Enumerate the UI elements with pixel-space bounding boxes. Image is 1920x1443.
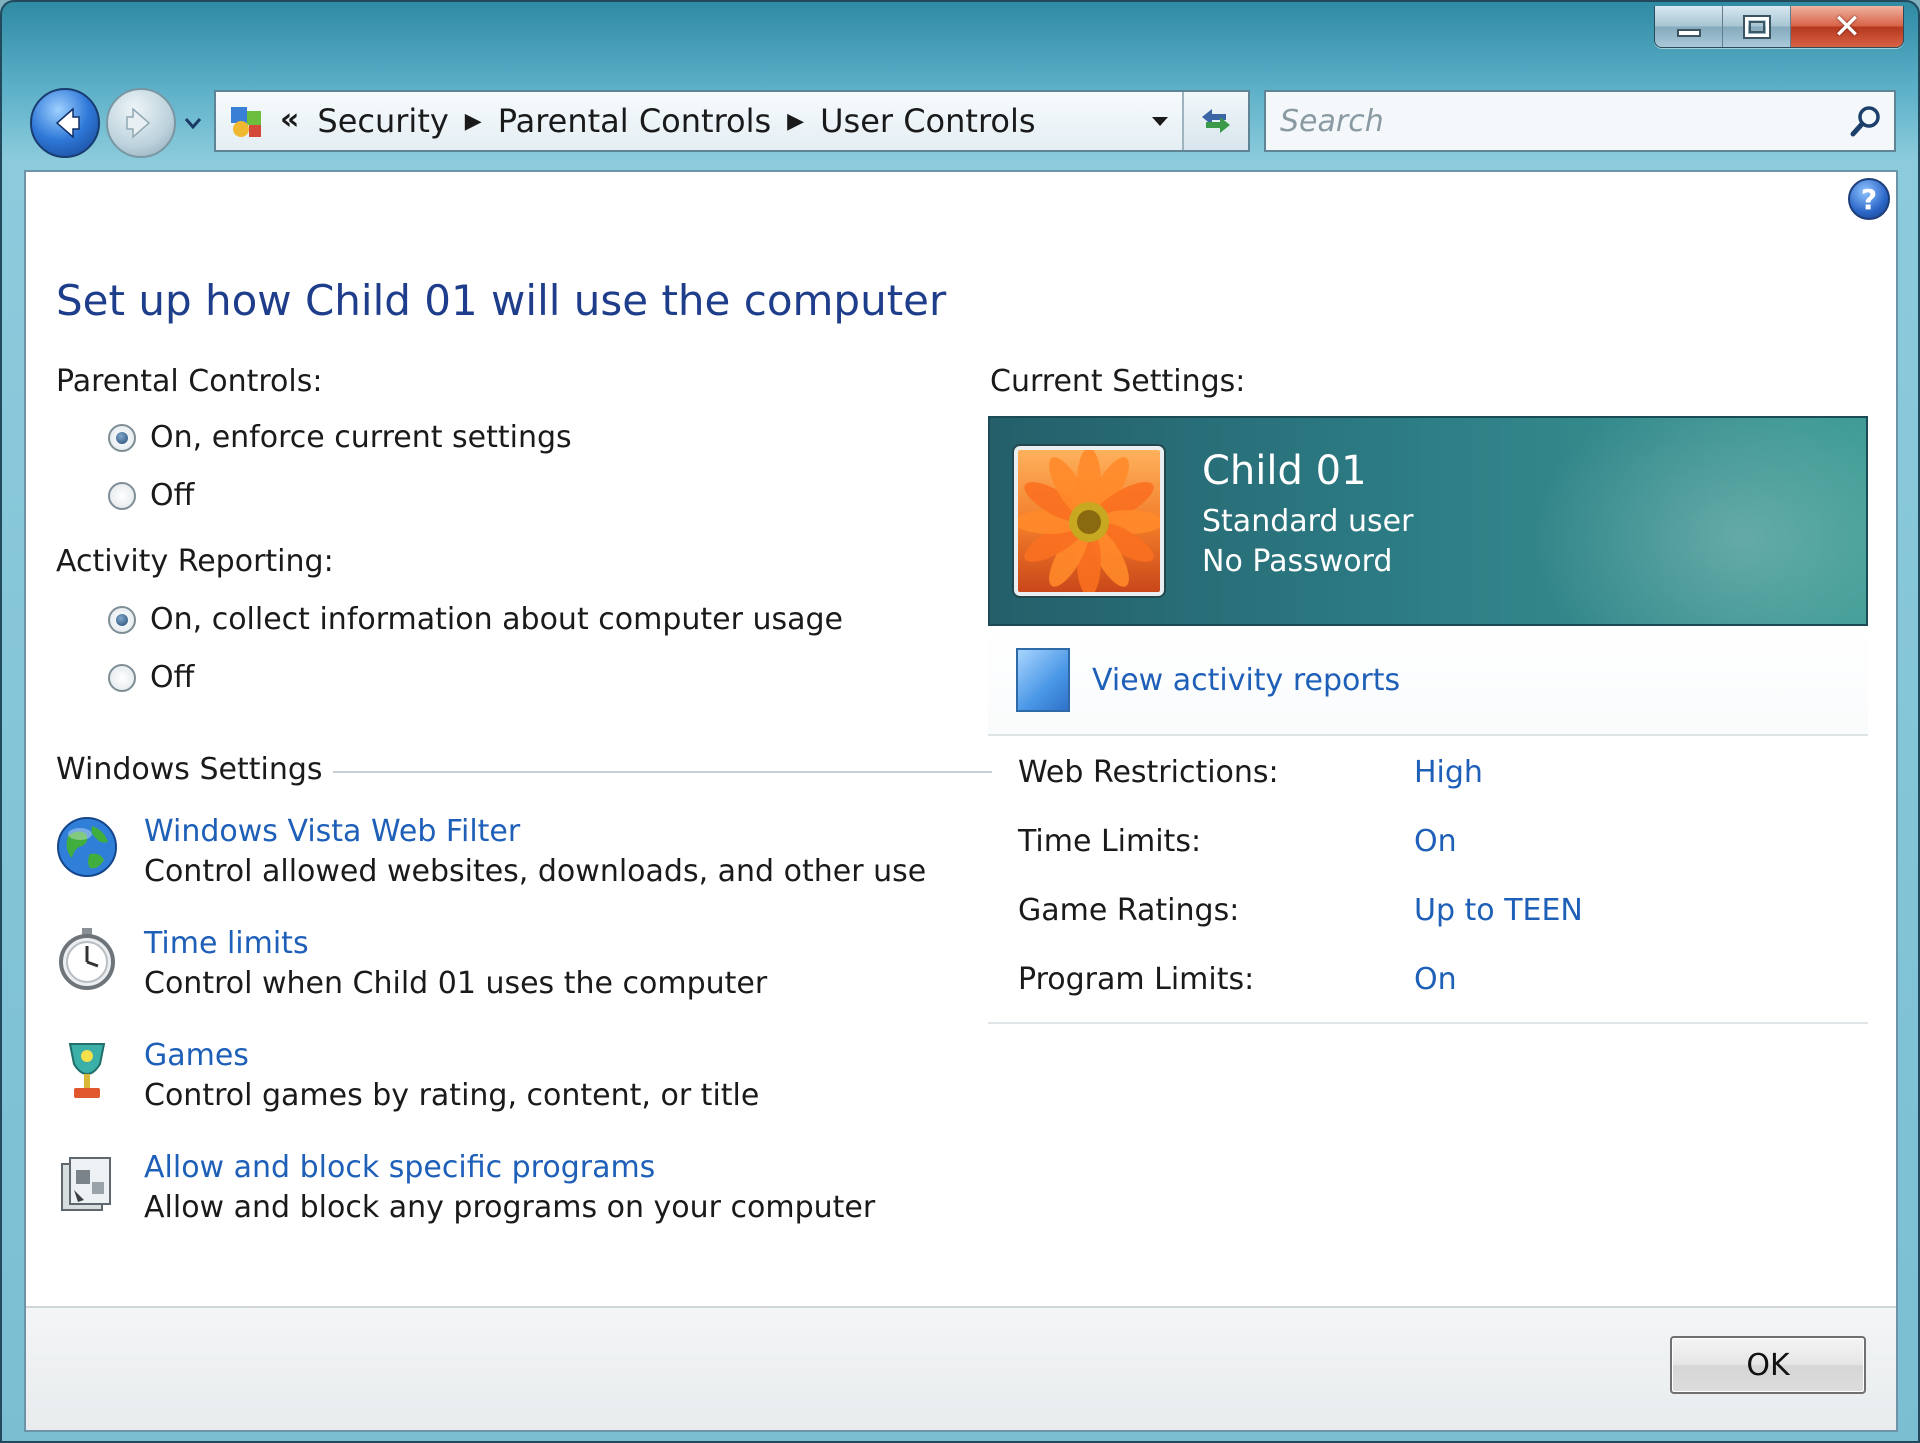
radio-label: Off bbox=[150, 478, 195, 513]
radio-label: Off bbox=[150, 660, 195, 695]
divider bbox=[332, 770, 992, 773]
stopwatch-icon bbox=[52, 924, 122, 994]
control-panel-icon bbox=[222, 96, 272, 146]
settings-summary: Web Restrictions: High Time Limits: On G… bbox=[988, 738, 1868, 1024]
radio-parental-on[interactable] bbox=[108, 423, 136, 452]
address-history-dropdown[interactable] bbox=[1138, 92, 1184, 150]
search-input[interactable] bbox=[1266, 92, 1838, 150]
web-filter-link[interactable]: Windows Vista Web Filter bbox=[144, 812, 926, 852]
view-activity-reports-link[interactable]: View activity reports bbox=[1092, 663, 1400, 698]
setting-programs: Allow and block specific programs Allow … bbox=[52, 1148, 875, 1228]
activity-reporting-off-option[interactable]: Off bbox=[108, 660, 194, 695]
programs-link[interactable]: Allow and block specific programs bbox=[144, 1148, 875, 1188]
radio-label: On, enforce current settings bbox=[150, 420, 572, 455]
setting-games: Games Control games by rating, content, … bbox=[52, 1036, 759, 1116]
activity-reporting-label: Activity Reporting: bbox=[56, 544, 334, 579]
view-reports-row: View activity reports bbox=[988, 626, 1868, 736]
programs-icon bbox=[52, 1148, 122, 1218]
minimize-button[interactable] bbox=[1655, 6, 1723, 47]
user-card: Child 01 Standard user No Password bbox=[988, 416, 1868, 626]
maximize-button[interactable] bbox=[1723, 6, 1791, 47]
games-description: Control games by rating, content, or tit… bbox=[144, 1078, 760, 1113]
summary-row: Game Ratings: Up to TEEN bbox=[988, 876, 1868, 945]
windows-settings-header: Windows Settings bbox=[56, 752, 992, 787]
web-filter-description: Control allowed websites, downloads, and… bbox=[144, 854, 927, 889]
breadcrumb-parental-controls[interactable]: Parental Controls bbox=[488, 102, 781, 140]
user-type: Standard user bbox=[1202, 504, 1414, 539]
summary-key: Time Limits: bbox=[1018, 824, 1202, 859]
time-limits-link[interactable]: Time limits bbox=[144, 924, 767, 964]
help-button[interactable]: ? bbox=[1848, 178, 1890, 220]
summary-value: On bbox=[1414, 824, 1457, 859]
search-box bbox=[1264, 90, 1896, 152]
current-settings-label: Current Settings: bbox=[990, 364, 1246, 399]
breadcrumb-overflow[interactable]: « bbox=[272, 102, 307, 141]
globe-icon bbox=[52, 812, 122, 882]
refresh-icon bbox=[1202, 109, 1230, 133]
summary-key: Web Restrictions: bbox=[1018, 755, 1279, 790]
summary-value: On bbox=[1414, 962, 1457, 997]
back-arrow-icon bbox=[55, 107, 80, 139]
summary-row: Program Limits: On bbox=[988, 945, 1868, 1014]
parental-controls-on-option[interactable]: On, enforce current settings bbox=[108, 420, 572, 455]
close-button[interactable]: ✕ bbox=[1791, 6, 1903, 47]
user-name: Child 01 bbox=[1202, 448, 1367, 494]
ok-button[interactable]: OK bbox=[1670, 1336, 1866, 1394]
games-link[interactable]: Games bbox=[144, 1036, 759, 1076]
help-icon: ? bbox=[1860, 182, 1878, 216]
search-icon bbox=[1850, 106, 1880, 137]
breadcrumb-security[interactable]: Security bbox=[307, 102, 458, 140]
summary-key: Game Ratings: bbox=[1018, 893, 1240, 928]
chevron-down-icon bbox=[184, 118, 202, 129]
breadcrumb-separator[interactable]: ▶ bbox=[459, 109, 488, 134]
summary-row: Time Limits: On bbox=[988, 807, 1868, 876]
caption-buttons: ✕ bbox=[1654, 6, 1904, 48]
page-title: Set up how Child 01 will use the compute… bbox=[56, 276, 947, 325]
search-button[interactable] bbox=[1838, 92, 1894, 150]
maximize-icon bbox=[1744, 16, 1769, 37]
radio-activity-off[interactable] bbox=[108, 663, 136, 692]
summary-value: High bbox=[1414, 755, 1483, 790]
summary-value: Up to TEEN bbox=[1414, 893, 1583, 928]
minimize-icon bbox=[1676, 28, 1701, 37]
user-password-status: No Password bbox=[1202, 544, 1393, 579]
summary-key: Program Limits: bbox=[1018, 962, 1255, 997]
forward-arrow-icon bbox=[126, 107, 151, 139]
content-pane: ? Set up how Child 01 will use the compu… bbox=[24, 170, 1898, 1432]
radio-parental-off[interactable] bbox=[108, 481, 136, 510]
dialog-footer: OK bbox=[26, 1306, 1896, 1430]
parental-controls-off-option[interactable]: Off bbox=[108, 478, 194, 513]
parental-controls-window: ✕ « Security ▶ Parental Controls ▶ User … bbox=[0, 0, 1920, 1443]
forward-button[interactable] bbox=[106, 88, 176, 158]
breadcrumb-separator[interactable]: ▶ bbox=[781, 109, 810, 134]
flower-avatar-icon bbox=[1014, 446, 1164, 596]
report-icon bbox=[1016, 648, 1070, 712]
setting-time-limits: Time limits Control when Child 01 uses t… bbox=[52, 924, 767, 1004]
activity-reporting-on-option[interactable]: On, collect information about computer u… bbox=[108, 602, 843, 637]
address-bar[interactable]: « Security ▶ Parental Controls ▶ User Co… bbox=[214, 90, 1250, 152]
back-button[interactable] bbox=[30, 88, 100, 158]
recent-pages-dropdown[interactable] bbox=[182, 108, 204, 138]
trophy-icon bbox=[52, 1036, 122, 1106]
breadcrumb-user-controls[interactable]: User Controls bbox=[810, 102, 1045, 140]
summary-row: Web Restrictions: High bbox=[988, 738, 1868, 807]
close-icon: ✕ bbox=[1832, 6, 1862, 47]
programs-description: Allow and block any programs on your com… bbox=[144, 1190, 876, 1225]
setting-web-filter: Windows Vista Web Filter Control allowed… bbox=[52, 812, 926, 892]
refresh-button[interactable] bbox=[1184, 92, 1248, 150]
parental-controls-label: Parental Controls: bbox=[56, 364, 323, 399]
chevron-down-icon bbox=[1152, 117, 1168, 126]
time-limits-description: Control when Child 01 uses the computer bbox=[144, 966, 768, 1001]
windows-settings-label: Windows Settings bbox=[56, 752, 323, 787]
radio-label: On, collect information about computer u… bbox=[150, 602, 843, 637]
radio-activity-on[interactable] bbox=[108, 605, 136, 634]
